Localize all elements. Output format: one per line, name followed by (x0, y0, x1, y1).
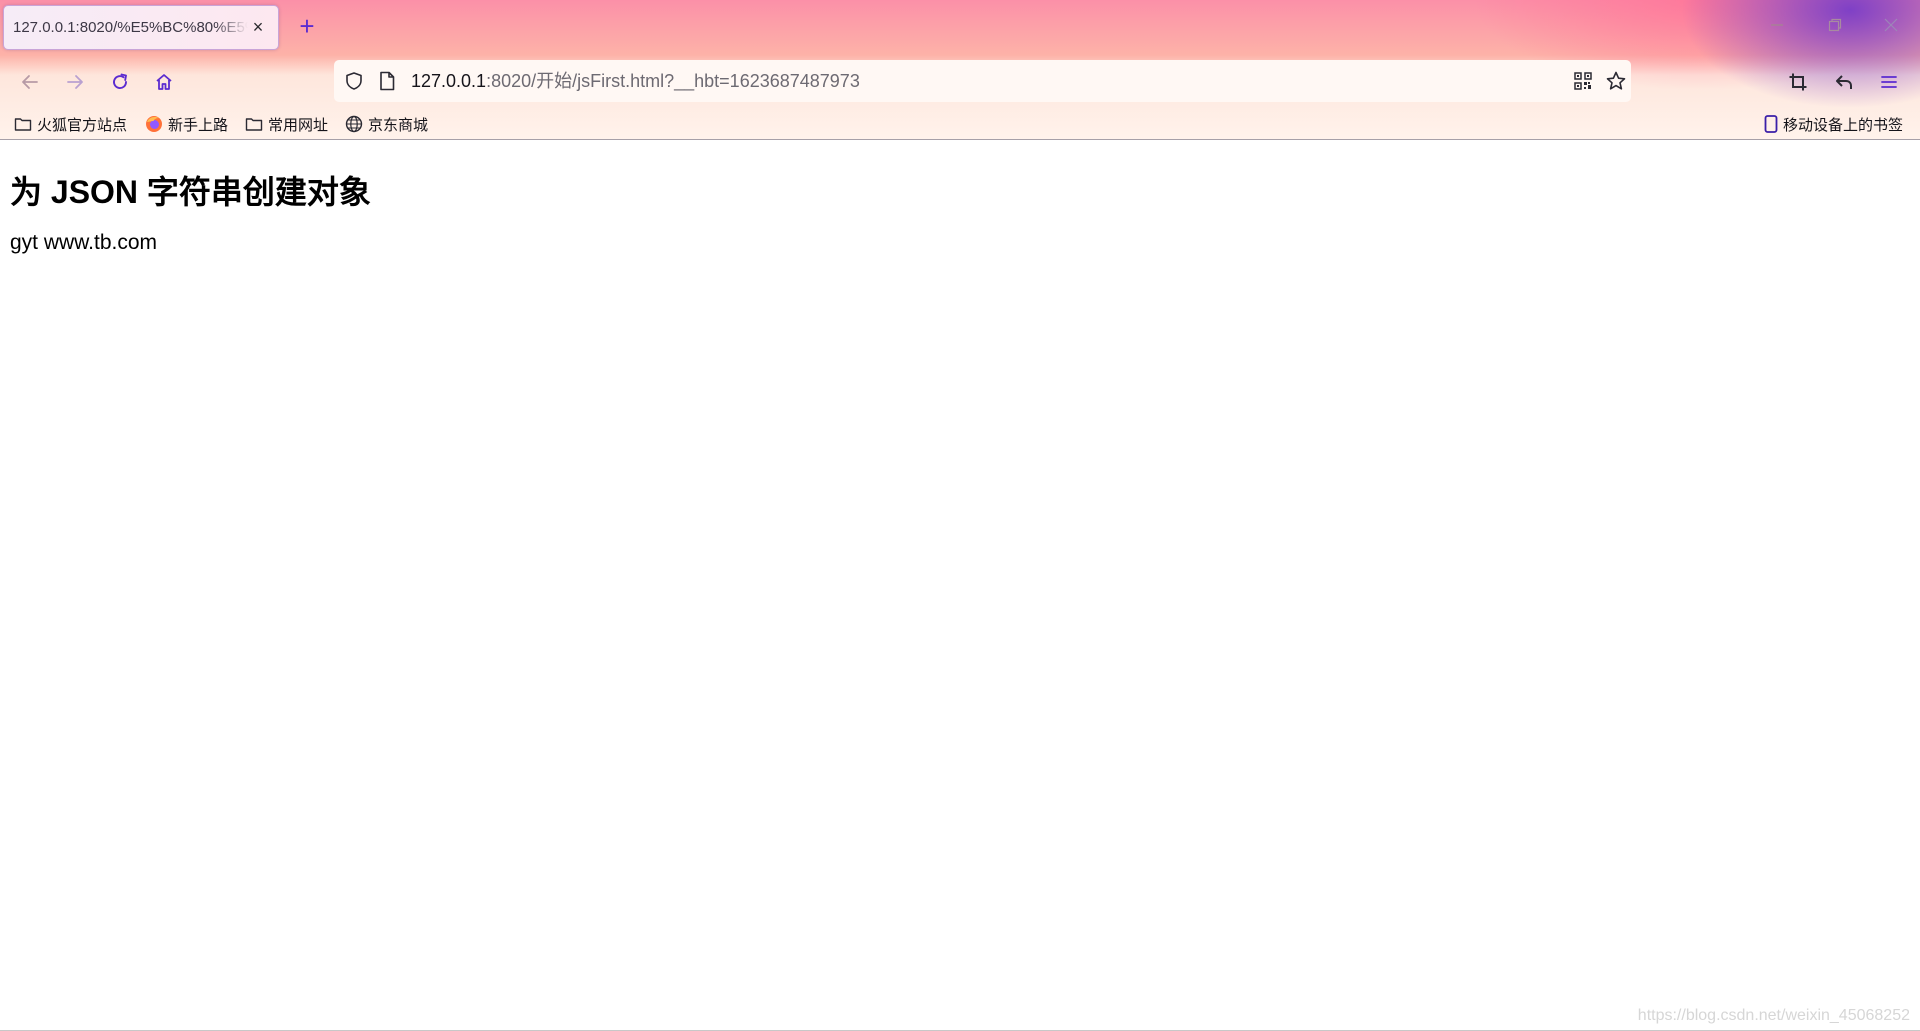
page-text: gyt www.tb.com (10, 231, 158, 254)
url-path: :8020/开始/jsFirst.html?__hbt=162368748797… (486, 71, 860, 91)
screenshot-button[interactable] (1782, 66, 1814, 98)
page-heading: 为 JSON 字符串创建对象 (10, 174, 371, 210)
bookmark-star-icon[interactable] (1605, 70, 1627, 97)
window-restore-button[interactable] (1820, 12, 1850, 42)
firefox-icon (146, 116, 162, 132)
tab-title: 127.0.0.1:8020/%E5%BC%80%E5%A7%8B/jsFirs… (13, 19, 248, 36)
restore-icon (1828, 18, 1842, 32)
forward-button[interactable] (59, 66, 91, 98)
close-icon (1884, 18, 1898, 32)
mobile-device-icon (1764, 115, 1778, 133)
undo-icon (1836, 75, 1852, 89)
address-bar[interactable]: 127.0.0.1:8020/开始/jsFirst.html?__hbt=162… (334, 60, 1631, 102)
tracking-protection-icon[interactable] (344, 71, 364, 96)
bookmark-item[interactable]: 火狐官方站点 (14, 112, 127, 136)
active-tab[interactable]: 127.0.0.1:8020/%E5%BC%80%E5%A7%8B/jsFirs… (3, 5, 279, 50)
minimize-icon (1771, 24, 1783, 26)
new-tab-button[interactable]: + (294, 13, 320, 40)
bookmark-label: 常用网址 (268, 116, 329, 134)
crop-icon (1789, 73, 1807, 91)
undo-button[interactable] (1828, 66, 1860, 98)
bookmark-label: 火狐官方站点 (37, 116, 128, 134)
window-close-button[interactable] (1876, 12, 1906, 42)
bookmark-label: 新手上路 (168, 116, 229, 134)
mobile-bookmarks-label: 移动设备上的书签 (1783, 116, 1904, 134)
hamburger-menu-icon (1881, 76, 1897, 88)
bookmark-item[interactable]: 常用网址 (245, 112, 328, 136)
page-content: 为 JSON 字符串创建对象 gyt www.tb.com https://bl… (0, 141, 1920, 1031)
mobile-bookmarks[interactable]: 移动设备上的书签 (1764, 112, 1903, 136)
browser-chrome: 127.0.0.1:8020/%E5%BC%80%E5%A7%8B/jsFirs… (0, 0, 1920, 140)
bookmark-item[interactable]: 新手上路 (145, 112, 228, 136)
arrow-left-icon (22, 75, 38, 89)
qr-code-icon[interactable] (1573, 71, 1593, 96)
window-minimize-button[interactable] (1762, 12, 1792, 42)
folder-icon (14, 118, 32, 131)
arrow-right-icon (67, 75, 83, 89)
reload-button[interactable] (104, 66, 136, 98)
app-menu-button[interactable] (1873, 66, 1905, 98)
url-text[interactable]: 127.0.0.1:8020/开始/jsFirst.html?__hbt=162… (411, 71, 860, 91)
url-host: 127.0.0.1 (411, 71, 487, 91)
bookmarks-toolbar: 火狐官方站点 新手上路 常用网址 京东商城 移动设备上的书签 (0, 110, 1920, 138)
folder-icon (245, 118, 263, 131)
reload-icon (113, 73, 127, 89)
bookmark-item[interactable]: 京东商城 (345, 112, 428, 136)
bookmark-label: 京东商城 (368, 116, 429, 134)
navigation-bar: 127.0.0.1:8020/开始/jsFirst.html?__hbt=162… (0, 54, 1920, 108)
tab-strip: 127.0.0.1:8020/%E5%BC%80%E5%A7%8B/jsFirs… (0, 0, 1920, 54)
globe-icon (345, 115, 363, 133)
home-icon (156, 74, 172, 90)
home-button[interactable] (148, 66, 180, 98)
watermark: https://blog.csdn.net/weixin_45068252 (1637, 1007, 1910, 1024)
back-button[interactable] (14, 66, 46, 98)
page-info-icon[interactable] (378, 71, 396, 96)
tab-close-icon[interactable]: × (250, 18, 266, 36)
